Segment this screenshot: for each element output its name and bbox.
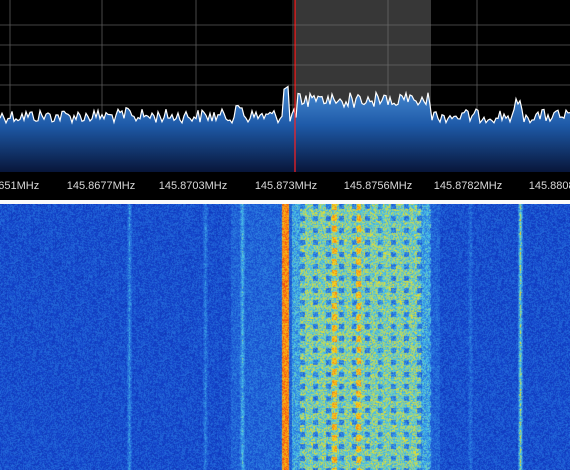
freq-label: 145.873MHz — [254, 180, 318, 192]
freq-label: 145.8677MHz — [66, 180, 136, 192]
spectrum-plot — [0, 0, 570, 172]
freq-label: 145.8808MHz — [528, 180, 570, 192]
spectrum-display[interactable]: 145.8651MHz 145.8677MHz 145.8703MHz 145.… — [0, 0, 570, 200]
waterfall-display[interactable] — [0, 204, 570, 470]
freq-label: 145.8782MHz — [433, 180, 503, 192]
freq-label: 145.8703MHz — [158, 180, 228, 192]
freq-label: 145.8651MHz — [0, 180, 40, 192]
freq-label: 145.8756MHz — [343, 180, 413, 192]
sdr-spectrum-viewer: 145.8651MHz 145.8677MHz 145.8703MHz 145.… — [0, 0, 570, 470]
spectrum-trace-fill — [0, 86, 570, 172]
frequency-axis[interactable]: 145.8651MHz 145.8677MHz 145.8703MHz 145.… — [0, 172, 570, 200]
